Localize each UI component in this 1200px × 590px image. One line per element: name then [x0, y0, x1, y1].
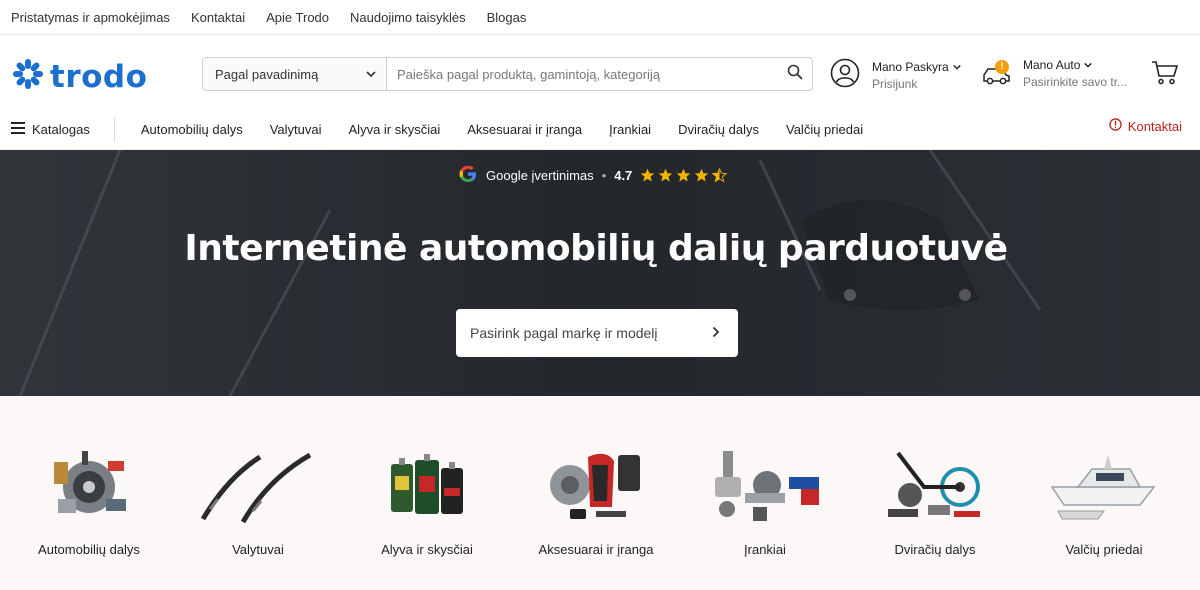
car-subtitle: Pasirinkite savo tr... — [1023, 75, 1128, 89]
logo[interactable]: trodo — [12, 58, 147, 95]
nav-item-accessories[interactable]: Aksesuarai ir įranga — [467, 122, 582, 137]
catalog-label: Katalogas — [32, 122, 90, 137]
logo-star-icon — [12, 58, 44, 95]
boat-accessories-image — [1044, 444, 1164, 530]
category-card-wipers[interactable]: Valytuvai — [173, 444, 343, 557]
info-icon — [1109, 118, 1122, 134]
oils-image — [367, 444, 487, 530]
nav-item-boat-accessories[interactable]: Valčių priedai — [786, 122, 863, 137]
cart-button[interactable] — [1151, 60, 1179, 91]
select-brand-model-label: Pasirink pagal markę ir modelį — [470, 325, 658, 341]
car-title: Mano Auto — [1023, 58, 1081, 72]
category-label: Įrankiai — [744, 542, 786, 557]
google-icon — [458, 164, 478, 187]
search-bar: Pagal pavadinimą — [202, 57, 813, 91]
category-label: Alyva ir skysčiai — [381, 542, 473, 557]
link-delivery[interactable]: Pristatymas ir apmokėjimas — [11, 10, 170, 25]
car-icon — [981, 67, 1011, 92]
account-title: Mano Paskyra — [872, 60, 949, 74]
search-button[interactable] — [778, 58, 812, 90]
nav-item-wipers[interactable]: Valytuvai — [270, 122, 322, 137]
nav-item-tools[interactable]: Įrankiai — [609, 122, 651, 137]
nav-item-bike-parts[interactable]: Dviračių dalys — [678, 122, 759, 137]
link-about[interactable]: Apie Trodo — [266, 10, 329, 25]
car-parts-image — [29, 444, 149, 530]
link-contacts[interactable]: Kontaktai — [191, 10, 245, 25]
category-nav: Katalogas Automobilių dalys Valytuvai Al… — [0, 110, 1200, 150]
top-links-bar: Pristatymas ir apmokėjimas Kontaktai Api… — [0, 0, 1200, 35]
category-label: Aksesuarai ir įranga — [538, 542, 654, 557]
header: trodo Pagal pavadinimą Mano Paskyra Pris… — [0, 36, 1200, 110]
separator-dot: • — [601, 168, 607, 183]
category-label: Valčių priedai — [1065, 542, 1143, 557]
bike-parts-image — [875, 444, 995, 530]
catalog-button[interactable]: Katalogas — [0, 117, 115, 142]
contacts-label: Kontaktai — [1127, 118, 1182, 134]
user-icon — [830, 58, 860, 93]
wipers-image — [198, 444, 318, 530]
menu-icon — [11, 122, 25, 137]
chevron-right-icon — [712, 325, 720, 341]
nav-item-oils[interactable]: Alyva ir skysčiai — [349, 122, 441, 137]
category-card-bike-parts[interactable]: Dviračių dalys — [850, 444, 1020, 557]
nav-item-car-parts[interactable]: Automobilių dalys — [141, 122, 243, 137]
warning-badge: ! — [995, 59, 1009, 74]
my-car-menu[interactable]: ! Mano Auto Pasirinkite savo tr... — [981, 58, 1127, 89]
contacts-link[interactable]: Kontaktai — [1109, 118, 1182, 134]
search-mode-select[interactable]: Pagal pavadinimą — [203, 58, 387, 90]
rating-score: 4.7 — [614, 168, 633, 183]
chevron-down-icon — [1084, 58, 1093, 72]
google-rating[interactable]: Google įvertinimas • 4.7 — [458, 164, 728, 187]
category-label: Valytuvai — [232, 542, 284, 557]
star-icon — [641, 168, 655, 182]
star-half-icon — [712, 168, 728, 183]
accessories-image — [536, 444, 656, 530]
star-icon — [677, 168, 691, 182]
search-icon — [787, 64, 803, 85]
category-card-oils[interactable]: Alyva ir skysčiai — [342, 444, 512, 557]
search-input[interactable] — [387, 58, 778, 90]
rating-label: Google įvertinimas — [486, 168, 594, 183]
tools-image — [705, 444, 825, 530]
chevron-down-icon — [366, 67, 376, 82]
hero-title: Internetinė automobilių dalių parduotuvė — [184, 228, 1008, 269]
category-card-accessories[interactable]: Aksesuarai ir įranga — [511, 444, 681, 557]
category-card-car-parts[interactable]: Automobilių dalys — [4, 444, 174, 557]
login-link[interactable]: Prisijunk — [872, 77, 961, 91]
hero-banner: Google įvertinimas • 4.7 Internetinė aut… — [0, 150, 1200, 396]
star-icon — [695, 168, 709, 182]
category-grid: Automobilių dalys Valytuvai Alyva ir sky… — [0, 396, 1200, 590]
link-blog[interactable]: Blogas — [487, 10, 527, 25]
category-card-tools[interactable]: Įrankiai — [680, 444, 850, 557]
select-brand-model-button[interactable]: Pasirink pagal markę ir modelį — [456, 309, 738, 357]
account-menu[interactable]: Mano Paskyra Prisijunk — [830, 58, 961, 93]
link-terms[interactable]: Naudojimo taisyklės — [350, 10, 466, 25]
star-icon — [659, 168, 673, 182]
search-mode-value: Pagal pavadinimą — [215, 66, 319, 82]
chevron-down-icon — [952, 60, 961, 74]
cart-icon — [1151, 61, 1179, 90]
logo-text: trodo — [50, 58, 148, 95]
category-label: Automobilių dalys — [38, 542, 140, 557]
category-label: Dviračių dalys — [894, 542, 976, 557]
category-card-boat-accessories[interactable]: Valčių priedai — [1019, 444, 1189, 557]
rating-stars — [640, 168, 728, 183]
